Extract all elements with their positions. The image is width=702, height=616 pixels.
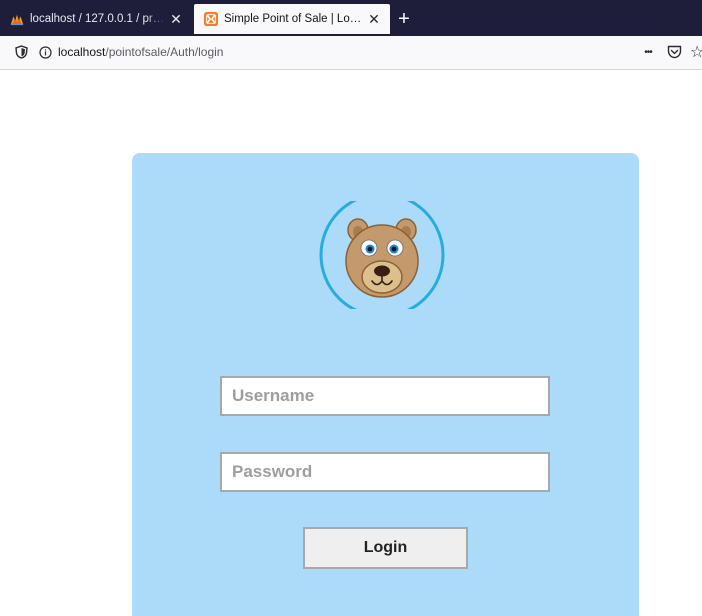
close-tab-icon[interactable]: ✕ — [364, 9, 384, 29]
login-card: Login — [132, 153, 639, 616]
page-content: Login — [0, 70, 702, 616]
bear-logo-icon — [319, 201, 445, 309]
url-text[interactable]: localhost/pointofsale/Auth/login — [58, 45, 223, 59]
nav-bar: localhost/pointofsale/Auth/login ••• ☆ — [0, 36, 702, 70]
username-input[interactable] — [220, 376, 550, 416]
tab-label: Simple Point of Sale | Log in — [224, 13, 364, 25]
url-bar[interactable]: localhost/pointofsale/Auth/login — [4, 40, 644, 64]
login-button[interactable]: Login — [303, 527, 468, 569]
browser-window: localhost / 127.0.0.1 / project / ✕ Simp… — [0, 0, 702, 616]
password-input[interactable] — [220, 452, 550, 492]
xampp-icon — [204, 12, 218, 26]
pocket-icon[interactable] — [664, 42, 684, 62]
page-actions: ••• ☆ — [638, 42, 702, 62]
tab-phpmyadmin[interactable]: localhost / 127.0.0.1 / project / ✕ — [0, 4, 192, 34]
phpmyadmin-icon — [10, 14, 24, 26]
bookmark-star-icon[interactable]: ☆ — [690, 42, 702, 62]
site-info-icon[interactable] — [36, 43, 54, 61]
more-actions-button[interactable]: ••• — [638, 42, 658, 62]
url-path: /pointofsale/Auth/login — [105, 45, 224, 59]
tab-pos-login[interactable]: Simple Point of Sale | Log in ✕ — [194, 4, 390, 34]
tab-label: localhost / 127.0.0.1 / project / — [30, 13, 166, 25]
close-tab-icon[interactable]: ✕ — [166, 9, 186, 29]
new-tab-button[interactable]: + — [390, 5, 418, 33]
url-host: localhost — [58, 45, 106, 59]
tracking-shield-icon[interactable] — [10, 41, 32, 63]
tab-strip: localhost / 127.0.0.1 / project / ✕ Simp… — [0, 0, 702, 36]
